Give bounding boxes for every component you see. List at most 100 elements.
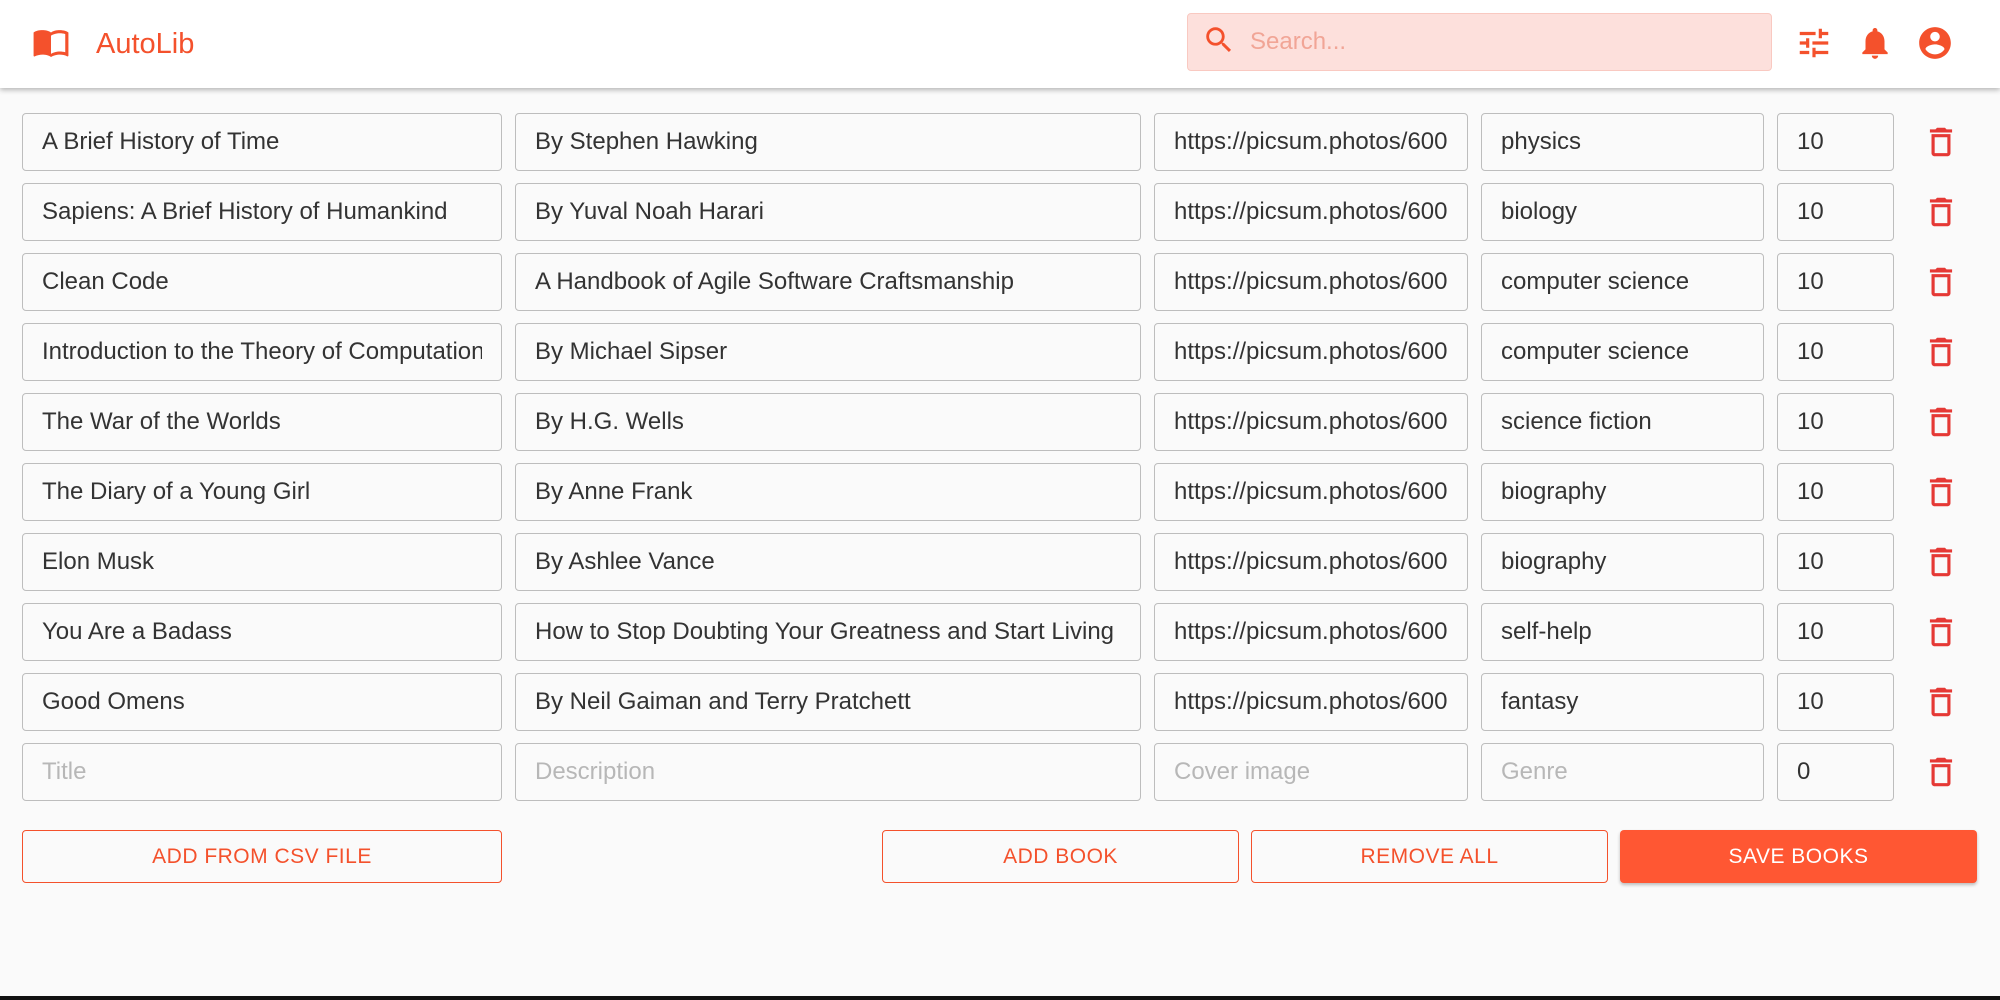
- add-book-button[interactable]: ADD BOOK: [882, 830, 1239, 883]
- quantity-input[interactable]: [1778, 324, 1893, 380]
- new-book-row: [0, 743, 2000, 801]
- description-input[interactable]: [516, 184, 1140, 240]
- genre-input[interactable]: [1482, 114, 1763, 170]
- genre-input[interactable]: [1482, 744, 1763, 800]
- title-input[interactable]: [23, 744, 501, 800]
- description-input[interactable]: [516, 254, 1140, 310]
- genre-field: [1481, 603, 1764, 661]
- genre-input[interactable]: [1482, 464, 1763, 520]
- description-input[interactable]: [516, 464, 1140, 520]
- cover-input[interactable]: [1155, 184, 1467, 240]
- genre-input[interactable]: [1482, 184, 1763, 240]
- description-input[interactable]: [516, 604, 1140, 660]
- cover-input[interactable]: [1155, 464, 1467, 520]
- cover-input[interactable]: [1155, 534, 1467, 590]
- genre-input[interactable]: [1482, 534, 1763, 590]
- delete-icon[interactable]: [1922, 123, 1960, 161]
- save-books-button[interactable]: SAVE BOOKS: [1620, 830, 1977, 883]
- description-input[interactable]: [516, 324, 1140, 380]
- account-circle-icon[interactable]: [1916, 24, 1954, 62]
- description-input[interactable]: [516, 534, 1140, 590]
- cover-field: [1154, 393, 1468, 451]
- quantity-input[interactable]: [1778, 604, 1893, 660]
- quantity-input[interactable]: [1778, 184, 1893, 240]
- genre-input[interactable]: [1482, 254, 1763, 310]
- description-field: [515, 253, 1141, 311]
- delete-icon[interactable]: [1922, 333, 1960, 371]
- quantity-field: [1777, 743, 1894, 801]
- cover-input[interactable]: [1155, 674, 1467, 730]
- cover-input[interactable]: [1155, 744, 1467, 800]
- title-input[interactable]: [23, 254, 501, 310]
- search-box: [1187, 13, 1772, 71]
- delete-icon[interactable]: [1922, 473, 1960, 511]
- book-row: [0, 253, 2000, 311]
- search-input[interactable]: [1250, 14, 1771, 70]
- description-input[interactable]: [516, 394, 1140, 450]
- delete-icon[interactable]: [1922, 753, 1960, 791]
- title-input[interactable]: [23, 114, 501, 170]
- cover-field: [1154, 603, 1468, 661]
- cover-field: [1154, 463, 1468, 521]
- genre-input[interactable]: [1482, 674, 1763, 730]
- quantity-input[interactable]: [1778, 464, 1893, 520]
- cover-input[interactable]: [1155, 604, 1467, 660]
- genre-input[interactable]: [1482, 324, 1763, 380]
- description-input[interactable]: [516, 674, 1140, 730]
- title-field: [22, 253, 502, 311]
- description-field: [515, 463, 1141, 521]
- delete-icon[interactable]: [1922, 403, 1960, 441]
- quantity-input[interactable]: [1778, 114, 1893, 170]
- genre-field: [1481, 463, 1764, 521]
- title-input[interactable]: [23, 464, 501, 520]
- title-input[interactable]: [23, 184, 501, 240]
- quantity-field: [1777, 183, 1894, 241]
- description-input[interactable]: [516, 114, 1140, 170]
- cover-input[interactable]: [1155, 394, 1467, 450]
- title-input[interactable]: [23, 324, 501, 380]
- quantity-input[interactable]: [1778, 394, 1893, 450]
- search-icon: [1188, 23, 1236, 62]
- quantity-input[interactable]: [1778, 534, 1893, 590]
- tune-icon[interactable]: [1795, 24, 1833, 62]
- title-field: [22, 393, 502, 451]
- quantity-input[interactable]: [1778, 254, 1893, 310]
- delete-icon[interactable]: [1922, 683, 1960, 721]
- cover-field: [1154, 253, 1468, 311]
- title-field: [22, 673, 502, 731]
- title-input[interactable]: [23, 604, 501, 660]
- delete-icon[interactable]: [1922, 193, 1960, 231]
- quantity-input[interactable]: [1778, 744, 1893, 800]
- quantity-input[interactable]: [1778, 674, 1893, 730]
- cover-input[interactable]: [1155, 254, 1467, 310]
- quantity-field: [1777, 533, 1894, 591]
- title-field: [22, 113, 502, 171]
- app-bar: AutoLib: [0, 0, 2000, 88]
- cover-input[interactable]: [1155, 114, 1467, 170]
- title-input[interactable]: [23, 534, 501, 590]
- cover-input[interactable]: [1155, 324, 1467, 380]
- genre-input[interactable]: [1482, 394, 1763, 450]
- genre-input[interactable]: [1482, 604, 1763, 660]
- title-field: [22, 463, 502, 521]
- quantity-field: [1777, 603, 1894, 661]
- title-input[interactable]: [23, 394, 501, 450]
- description-field: [515, 673, 1141, 731]
- delete-icon[interactable]: [1922, 543, 1960, 581]
- add-from-csv-button[interactable]: ADD FROM CSV FILE: [22, 830, 502, 883]
- bell-icon[interactable]: [1856, 24, 1894, 62]
- genre-field: [1481, 533, 1764, 591]
- description-input[interactable]: [516, 744, 1140, 800]
- open-book-icon: [32, 23, 70, 66]
- remove-all-button[interactable]: REMOVE ALL: [1251, 830, 1608, 883]
- book-row: [0, 393, 2000, 451]
- quantity-field: [1777, 393, 1894, 451]
- description-field: [515, 533, 1141, 591]
- description-field: [515, 743, 1141, 801]
- delete-icon[interactable]: [1922, 263, 1960, 301]
- description-field: [515, 393, 1141, 451]
- title-input[interactable]: [23, 674, 501, 730]
- brand-link[interactable]: AutoLib: [32, 24, 194, 64]
- delete-icon[interactable]: [1922, 613, 1960, 651]
- cover-field: [1154, 743, 1468, 801]
